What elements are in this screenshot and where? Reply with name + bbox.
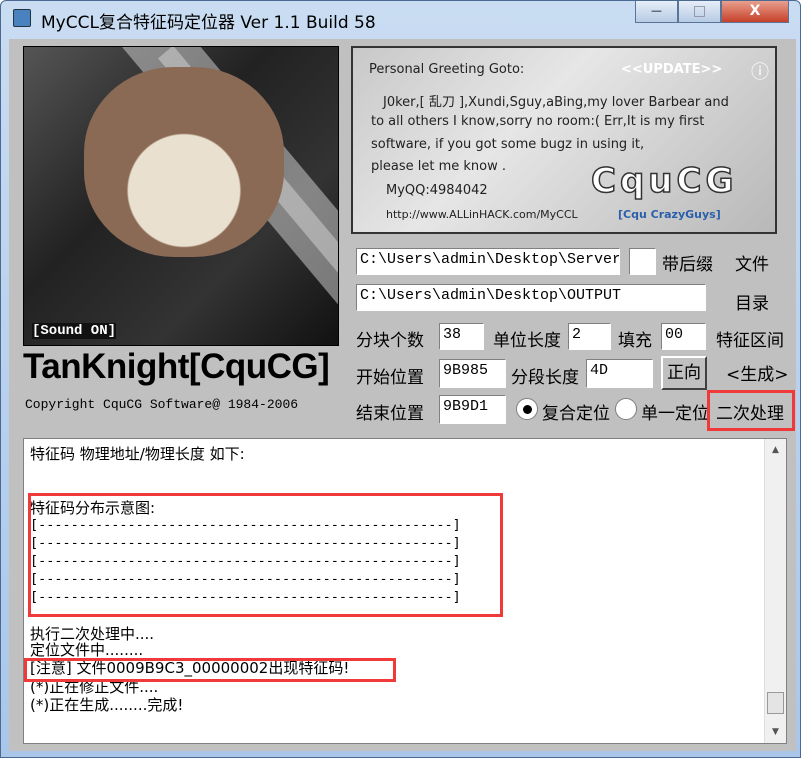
close-button[interactable]: X: [721, 1, 789, 23]
brand-logo: TanKnight[CquCG]: [23, 347, 330, 386]
start-input[interactable]: 9B985: [439, 359, 506, 388]
window-title: MyCCL复合特征码定位器 Ver 1.1 Build 58: [41, 13, 376, 33]
title-bar[interactable]: MyCCL复合特征码定位器 Ver 1.1 Build 58 — □ X: [1, 1, 800, 39]
url-link[interactable]: http://www.ALLinHACK.com/MyCCL: [386, 208, 578, 221]
file-path-input[interactable]: C:\Users\admin\Desktop\Server: [356, 248, 620, 275]
segment-length-label: 分段长度: [511, 368, 579, 388]
output-path-input[interactable]: C:\Users\admin\Desktop\OUTPUT: [356, 284, 706, 311]
scroll-down-arrow-icon[interactable]: ▼: [765, 723, 786, 741]
suffix-checkbox[interactable]: [629, 248, 656, 275]
greeting-line: software, if you got some bugz in using …: [371, 137, 645, 152]
range-button[interactable]: 特征区间: [716, 326, 784, 351]
greeting-line: please let me know .: [371, 159, 506, 174]
client-area: [Sound ON] TanKnight[CquCG] Copyright Cq…: [9, 39, 796, 751]
single-mode-label: 单一定位: [641, 404, 709, 424]
fill-label: 填充: [618, 331, 652, 351]
single-mode-radio[interactable]: [615, 398, 637, 420]
unit-length-label: 单位长度: [493, 331, 561, 351]
maximize-button[interactable]: □: [678, 1, 721, 23]
composite-mode-label: 复合定位: [542, 404, 610, 424]
scroll-thumb[interactable]: [767, 692, 784, 714]
segment-length-input[interactable]: 4D: [586, 359, 653, 388]
block-count-label: 分块个数: [356, 331, 424, 351]
file-button[interactable]: 文件: [735, 250, 769, 275]
highlight-box: [28, 493, 503, 617]
cqucg-subtitle: [Cqu CrazyGuys]: [618, 208, 721, 221]
info-icon[interactable]: ⓘ: [751, 58, 769, 84]
direction-button[interactable]: 正向: [661, 356, 707, 390]
fill-input[interactable]: 00: [661, 323, 706, 350]
minimize-button[interactable]: —: [635, 1, 678, 23]
log-line: 定位文件中........: [30, 641, 144, 659]
end-label: 结束位置: [356, 404, 424, 424]
qq-text: MyQQ:4984042: [386, 183, 488, 198]
suffix-label: 带后缀: [662, 255, 713, 275]
greeting-heading: Personal Greeting Goto:: [369, 62, 525, 77]
unit-length-input[interactable]: 2: [568, 323, 611, 350]
main-window: MyCCL复合特征码定位器 Ver 1.1 Build 58 — □ X [So…: [0, 0, 801, 758]
log-scrollbar[interactable]: ▲ ▼: [764, 439, 786, 743]
dir-button[interactable]: 目录: [735, 289, 769, 314]
copyright-text: Copyright CquCG Software@ 1984-2006: [25, 397, 299, 412]
scroll-up-arrow-icon[interactable]: ▲: [765, 441, 786, 459]
app-icon: [13, 9, 31, 27]
greeting-line: to all others I know,sorry no room:( Err…: [371, 114, 705, 129]
log-line: 特征码 物理地址/物理长度 如下:: [30, 445, 245, 463]
end-input[interactable]: 9B9D1: [439, 395, 506, 424]
highlight-box: [707, 390, 795, 431]
cqucg-logo: CquCG: [590, 160, 738, 202]
greeting-panel: Personal Greeting Goto: <<UPDATE>> ⓘ J0k…: [351, 46, 777, 234]
sound-toggle[interactable]: [Sound ON]: [32, 323, 117, 339]
bear-image: [Sound ON]: [23, 46, 339, 346]
highlight-box: [24, 658, 396, 682]
greeting-line: J0ker,[ 乱刀 ],Xundi,Sguy,aBing,my lover B…: [383, 95, 729, 110]
generate-button[interactable]: <生成>: [726, 360, 789, 385]
start-label: 开始位置: [356, 368, 424, 388]
composite-mode-radio[interactable]: [516, 398, 538, 420]
log-output[interactable]: 特征码 物理地址/物理长度 如下: 特征码分布示意图: [-----------…: [23, 438, 787, 744]
log-line: (*)正在生成........完成!: [30, 696, 184, 714]
block-count-input[interactable]: 38: [439, 323, 484, 350]
update-link[interactable]: <<UPDATE>>: [621, 62, 722, 77]
